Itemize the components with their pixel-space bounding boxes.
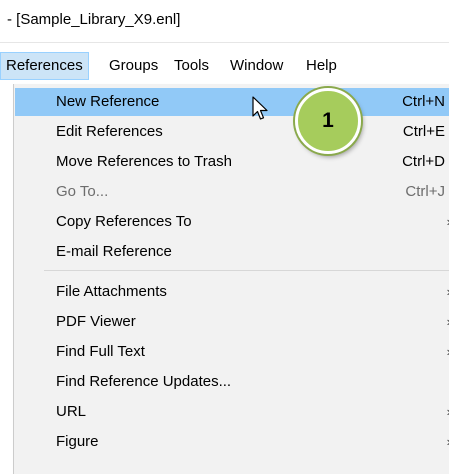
references-dropdown-menu: New Reference Ctrl+N Edit References Ctr… — [13, 84, 449, 474]
menu-item-label: E-mail Reference — [56, 243, 172, 260]
menu-item-new-reference[interactable]: New Reference Ctrl+N — [15, 88, 449, 116]
menu-item-file-attachments[interactable]: File Attachments › — [15, 278, 449, 306]
menu-item-label: File Attachments — [56, 283, 167, 300]
menu-item-edit-references[interactable]: Edit References Ctrl+E — [15, 118, 449, 146]
title-bar: - [Sample_Library_X9.enl] — [0, 0, 449, 43]
menu-item-label: Copy References To — [56, 213, 192, 230]
menu-item-figure[interactable]: Figure › — [15, 428, 449, 456]
menu-tools[interactable]: Tools — [169, 52, 214, 80]
menu-item-label: Go To... — [56, 183, 109, 200]
menu-item-shortcut: Ctrl+J — [405, 183, 445, 200]
menu-bar: References Groups Tools Window Help — [0, 52, 449, 83]
menu-item-label: New Reference — [56, 93, 160, 110]
menu-groups[interactable]: Groups — [104, 52, 163, 80]
menu-item-label: Find Reference Updates... — [56, 373, 232, 390]
menu-separator — [44, 270, 449, 271]
menu-item-shortcut: Ctrl+N — [402, 93, 445, 110]
menu-references[interactable]: References — [0, 52, 89, 80]
menu-item-label: Find Full Text — [56, 343, 145, 360]
menu-help[interactable]: Help — [301, 52, 342, 80]
menu-item-shortcut: Ctrl+D — [402, 153, 445, 170]
menu-item-label: PDF Viewer — [56, 313, 136, 330]
menu-item-email-reference[interactable]: E-mail Reference — [15, 238, 449, 266]
menu-item-move-to-trash[interactable]: Move References to Trash Ctrl+D — [15, 148, 449, 176]
menu-item-shortcut: Ctrl+E — [402, 123, 445, 140]
menu-item-find-reference-updates[interactable]: Find Reference Updates... — [15, 368, 449, 396]
menu-item-label: Edit References — [56, 123, 163, 140]
menu-item-pdf-viewer[interactable]: PDF Viewer › — [15, 308, 449, 336]
window-title: - [Sample_Library_X9.enl] — [7, 11, 181, 28]
menu-item-label: URL — [56, 403, 87, 420]
step-number-badge: 1 — [295, 88, 361, 154]
menu-item-go-to: Go To... Ctrl+J — [15, 178, 449, 206]
menu-item-label: Move References to Trash — [56, 153, 232, 170]
menu-item-label: Figure — [56, 433, 99, 450]
mouse-pointer-icon — [252, 96, 268, 120]
menu-window[interactable]: Window — [225, 52, 288, 80]
menu-item-find-full-text[interactable]: Find Full Text › — [15, 338, 449, 366]
menu-item-copy-references-to[interactable]: Copy References To › — [15, 208, 449, 236]
menu-item-url[interactable]: URL › — [15, 398, 449, 426]
